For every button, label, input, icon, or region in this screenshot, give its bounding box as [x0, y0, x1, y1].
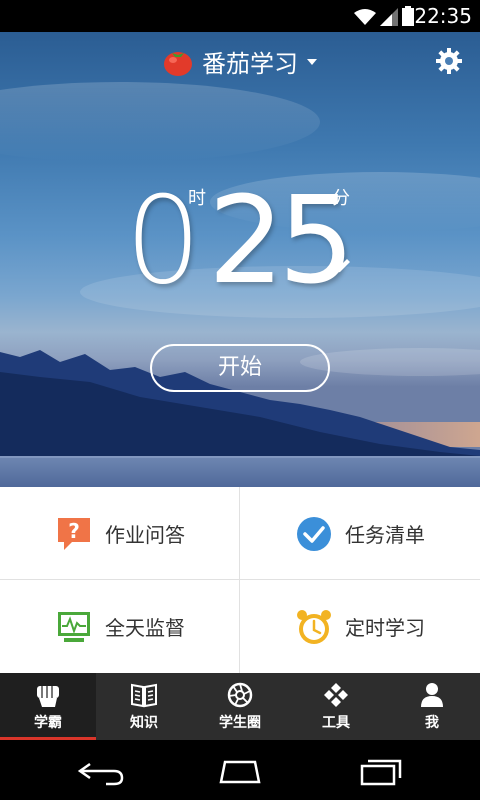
question-bubble-icon: ?	[55, 515, 93, 553]
status-icons	[354, 6, 414, 26]
timed-study-label: 定时学习	[345, 616, 425, 640]
tab-me[interactable]: 我	[384, 673, 480, 740]
svg-text:?: ?	[68, 519, 80, 543]
app-title: 番茄学习	[202, 50, 298, 78]
minute-unit-label: 分	[332, 188, 350, 209]
timed-study-button[interactable]: 定时学习	[240, 580, 480, 673]
book-icon	[131, 683, 157, 707]
diamond-grid-icon	[324, 682, 348, 707]
chevron-down-icon	[307, 58, 317, 65]
all-day-supervision-button[interactable]: 全天监督	[0, 580, 240, 673]
checkmark-circle-icon	[295, 515, 333, 553]
back-icon[interactable]	[76, 756, 126, 786]
tab-label: 学生圈	[219, 714, 261, 731]
app-title-dropdown[interactable]: 番茄学习	[0, 44, 480, 79]
tab-knowledge[interactable]: 知识	[96, 673, 192, 740]
timer-minutes: 25	[208, 172, 355, 311]
tab-label: 工具	[322, 714, 350, 731]
tab-label: 学霸	[34, 714, 62, 731]
hour-unit-label: 时	[188, 188, 206, 209]
alarm-clock-icon	[295, 608, 333, 646]
timer-hours: 0	[125, 172, 201, 311]
system-nav-bar	[0, 740, 480, 800]
gear-icon[interactable]	[434, 46, 464, 76]
bottom-tab-bar: 学霸 知识 学生圈 工具 我	[0, 673, 480, 740]
aperture-icon	[227, 682, 253, 707]
tomato-logo-icon	[164, 51, 192, 76]
battery-icon	[402, 6, 414, 26]
tab-student-circle[interactable]: 学生圈	[192, 673, 288, 740]
status-time: 22:35	[414, 4, 472, 28]
homework-qa-label: 作业问答	[105, 523, 185, 547]
cell-signal-icon	[380, 8, 398, 26]
pencil-icon[interactable]	[334, 254, 354, 274]
all-day-supervision-label: 全天监督	[105, 616, 185, 640]
tab-xueba[interactable]: 学霸	[0, 673, 96, 740]
fist-icon	[37, 685, 59, 707]
hero-section: 番茄学习 0 时 25 分 开始	[0, 32, 480, 487]
task-list-label: 任务清单	[345, 523, 425, 547]
status-bar: 22:35	[0, 0, 480, 32]
task-list-button[interactable]: 任务清单	[240, 487, 480, 580]
person-icon	[421, 682, 443, 707]
wifi-icon	[354, 9, 376, 25]
homework-qa-button[interactable]: ? 作业问答	[0, 487, 240, 580]
home-icon[interactable]	[215, 756, 265, 786]
recent-apps-icon[interactable]	[356, 756, 406, 786]
tab-tools[interactable]: 工具	[288, 673, 384, 740]
timer-display[interactable]: 0 时 25 分	[0, 172, 480, 312]
start-button[interactable]: 开始	[150, 344, 330, 392]
tab-label: 知识	[130, 714, 158, 731]
tab-label: 我	[425, 714, 439, 731]
feature-grid: ? 作业问答 任务清单 全天监督 定时学习	[0, 487, 480, 673]
monitor-pulse-icon	[55, 608, 93, 646]
